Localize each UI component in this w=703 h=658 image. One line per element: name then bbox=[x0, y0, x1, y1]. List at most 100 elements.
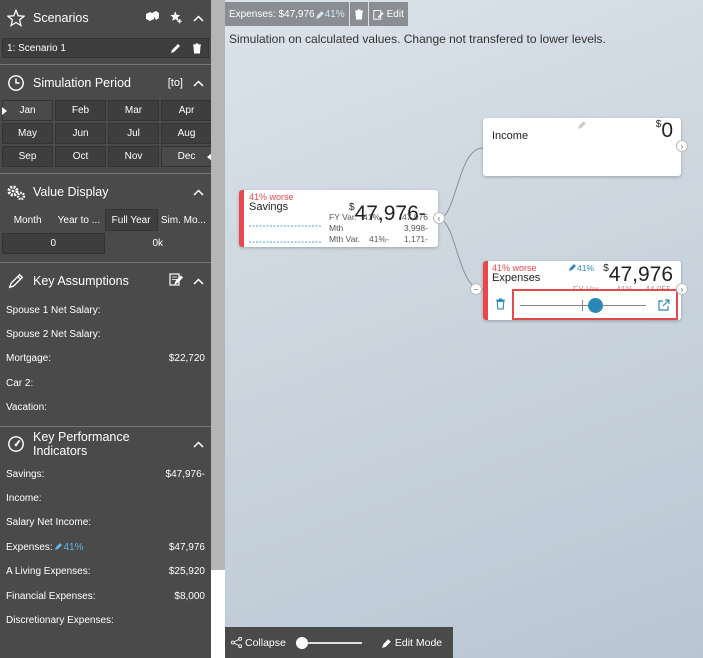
chevron-up-icon[interactable] bbox=[191, 437, 205, 451]
value-display-header[interactable]: Value Display bbox=[0, 173, 211, 209]
scale-field[interactable]: 0k bbox=[107, 233, 210, 254]
tab-month[interactable]: Month bbox=[2, 209, 53, 231]
mth-var-label: Mth Var. bbox=[329, 234, 361, 244]
status-bar bbox=[239, 190, 244, 247]
income-card[interactable]: Income $0 › bbox=[483, 118, 688, 176]
edit-note-icon[interactable] bbox=[169, 272, 184, 289]
list-item[interactable]: Expenses: 41% $47,976 bbox=[0, 535, 211, 559]
value-display-title: Value Display bbox=[33, 184, 109, 199]
fy-var-value: 47,976 bbox=[402, 212, 428, 222]
fy-var-pct: 41% bbox=[363, 212, 381, 222]
zoom-slider-knob[interactable] bbox=[295, 636, 308, 649]
star-icon bbox=[6, 8, 26, 28]
list-item[interactable]: Income: bbox=[0, 486, 211, 510]
to-toggle[interactable]: [to] bbox=[168, 77, 183, 89]
tab-year-to-date[interactable]: Year to ... bbox=[53, 209, 104, 231]
edit-mode-button[interactable]: Edit Mode bbox=[381, 637, 442, 649]
collapse-left-icon[interactable]: − bbox=[470, 283, 482, 295]
scenarios-header[interactable]: Scenarios bbox=[0, 0, 211, 36]
star-add-icon[interactable] bbox=[169, 10, 183, 27]
decimals-field[interactable]: 0 bbox=[2, 233, 105, 254]
share-nodes-icon bbox=[231, 637, 242, 648]
chevron-up-icon[interactable] bbox=[191, 274, 205, 288]
month-mar[interactable]: Mar bbox=[108, 100, 159, 121]
list-item[interactable]: Vacation: bbox=[0, 396, 211, 420]
connector-lines bbox=[437, 147, 484, 291]
list-item[interactable]: Spouse 2 Net Salary: bbox=[0, 322, 211, 346]
list-item[interactable]: Discretionary Expenses: bbox=[0, 608, 211, 632]
list-item[interactable]: A Living Expenses: $25,920 bbox=[0, 560, 211, 584]
sidebar-scrollbar[interactable] bbox=[211, 0, 225, 570]
month-aug[interactable]: Aug bbox=[161, 123, 211, 144]
list-item[interactable]: Savings: $47,976- bbox=[0, 462, 211, 486]
bottom-toolbar: Collapse Edit Mode bbox=[225, 627, 453, 658]
kpi-header[interactable]: Key Performance Indicators bbox=[0, 425, 211, 462]
expand-right-icon[interactable]: › bbox=[676, 140, 688, 152]
value-slider-panel bbox=[512, 289, 678, 320]
pencil-icon[interactable] bbox=[168, 41, 182, 55]
open-external-icon[interactable] bbox=[658, 299, 670, 314]
key-assumptions-title: Key Assumptions bbox=[33, 273, 129, 288]
expenses-pct: 41% bbox=[569, 263, 594, 273]
collapse-left-icon[interactable]: ‹ bbox=[433, 212, 445, 224]
expand-right-icon[interactable]: › bbox=[676, 283, 688, 295]
slider-center-tick bbox=[582, 300, 583, 311]
scenario-item[interactable]: 1: Scenario 1 bbox=[2, 38, 209, 58]
month-nov[interactable]: Nov bbox=[108, 146, 159, 167]
simulation-period-header[interactable]: Simulation Period [to] bbox=[0, 64, 211, 100]
sidebar: Scenarios 1: Scenario 1 Simulation Perio… bbox=[0, 0, 211, 658]
tab-full-year[interactable]: Full Year bbox=[104, 209, 158, 231]
month-grid: Jan Feb Mar Apr May Jun Jul Aug Sep Oct … bbox=[0, 100, 211, 173]
kpi-title: Key Performance Indicators bbox=[33, 430, 130, 459]
mth-label: Mth bbox=[329, 223, 344, 233]
value-display-values: 0 0k bbox=[0, 231, 211, 262]
chevron-up-icon[interactable] bbox=[191, 185, 205, 199]
status-bar bbox=[483, 261, 488, 320]
expenses-card[interactable]: 41% worse Expenses 41% $47,976 FY Var. 4… bbox=[470, 261, 688, 320]
pencil-icon[interactable] bbox=[578, 120, 587, 132]
month-jun[interactable]: Jun bbox=[55, 123, 106, 144]
month-jul[interactable]: Jul bbox=[108, 123, 159, 144]
key-assumptions-header[interactable]: Key Assumptions bbox=[0, 262, 211, 298]
month-apr[interactable]: Apr bbox=[161, 100, 211, 121]
list-item[interactable]: Mortgage: $22,720 bbox=[0, 347, 211, 371]
trash-icon[interactable] bbox=[495, 298, 506, 313]
key-assumptions-list: Spouse 1 Net Salary: Spouse 2 Net Salary… bbox=[0, 298, 211, 426]
zoom-slider[interactable] bbox=[295, 636, 362, 649]
value-display-tabs: Month Year to ... Full Year Sim. Mo... bbox=[0, 209, 211, 231]
fy-var-label: FY Var. bbox=[329, 212, 357, 222]
list-item[interactable]: Spouse 1 Net Salary: bbox=[0, 298, 211, 322]
kpi-list: Savings: $47,976- Income: Salary Net Inco… bbox=[0, 462, 211, 633]
clock-icon bbox=[6, 73, 26, 93]
value-slider[interactable] bbox=[520, 298, 646, 313]
list-item[interactable]: Financial Expenses: $8,000 bbox=[0, 584, 211, 608]
slider-knob[interactable] bbox=[588, 298, 604, 313]
month-dec[interactable]: Dec bbox=[161, 146, 211, 167]
collapse-button[interactable]: Collapse bbox=[231, 637, 286, 649]
chevron-up-icon[interactable] bbox=[191, 11, 205, 25]
chevron-up-icon[interactable] bbox=[191, 76, 205, 90]
range-start-marker[interactable] bbox=[2, 107, 7, 115]
month-may[interactable]: May bbox=[2, 123, 53, 144]
month-jan[interactable]: Jan bbox=[2, 100, 53, 121]
savings-sparkline bbox=[249, 225, 321, 243]
tab-sim-month[interactable]: Sim. Mo... bbox=[158, 209, 209, 231]
mth-var-pct: 41%- bbox=[369, 234, 389, 244]
list-item[interactable]: Salary Net Income: bbox=[0, 511, 211, 535]
canvas: Expenses: $47,976 41% Edit Simulation on… bbox=[225, 0, 703, 658]
trash-icon[interactable] bbox=[190, 41, 204, 55]
gears-icon bbox=[6, 182, 26, 202]
pencil-icon bbox=[381, 638, 391, 648]
cubes-icon[interactable] bbox=[145, 10, 159, 27]
pencil-icon bbox=[6, 271, 26, 291]
month-sep[interactable]: Sep bbox=[2, 146, 53, 167]
income-name: Income bbox=[492, 130, 529, 142]
scenarios-title: Scenarios bbox=[33, 11, 89, 25]
savings-card[interactable]: 41% worse Savings $47,976- FY Var. 41% 4… bbox=[239, 190, 445, 247]
list-item[interactable]: Car 2: bbox=[0, 371, 211, 395]
income-value: $0 bbox=[655, 119, 673, 142]
gauge-icon bbox=[6, 434, 26, 454]
simulation-period-title: Simulation Period bbox=[33, 75, 131, 90]
month-feb[interactable]: Feb bbox=[55, 100, 106, 121]
month-oct[interactable]: Oct bbox=[55, 146, 106, 167]
